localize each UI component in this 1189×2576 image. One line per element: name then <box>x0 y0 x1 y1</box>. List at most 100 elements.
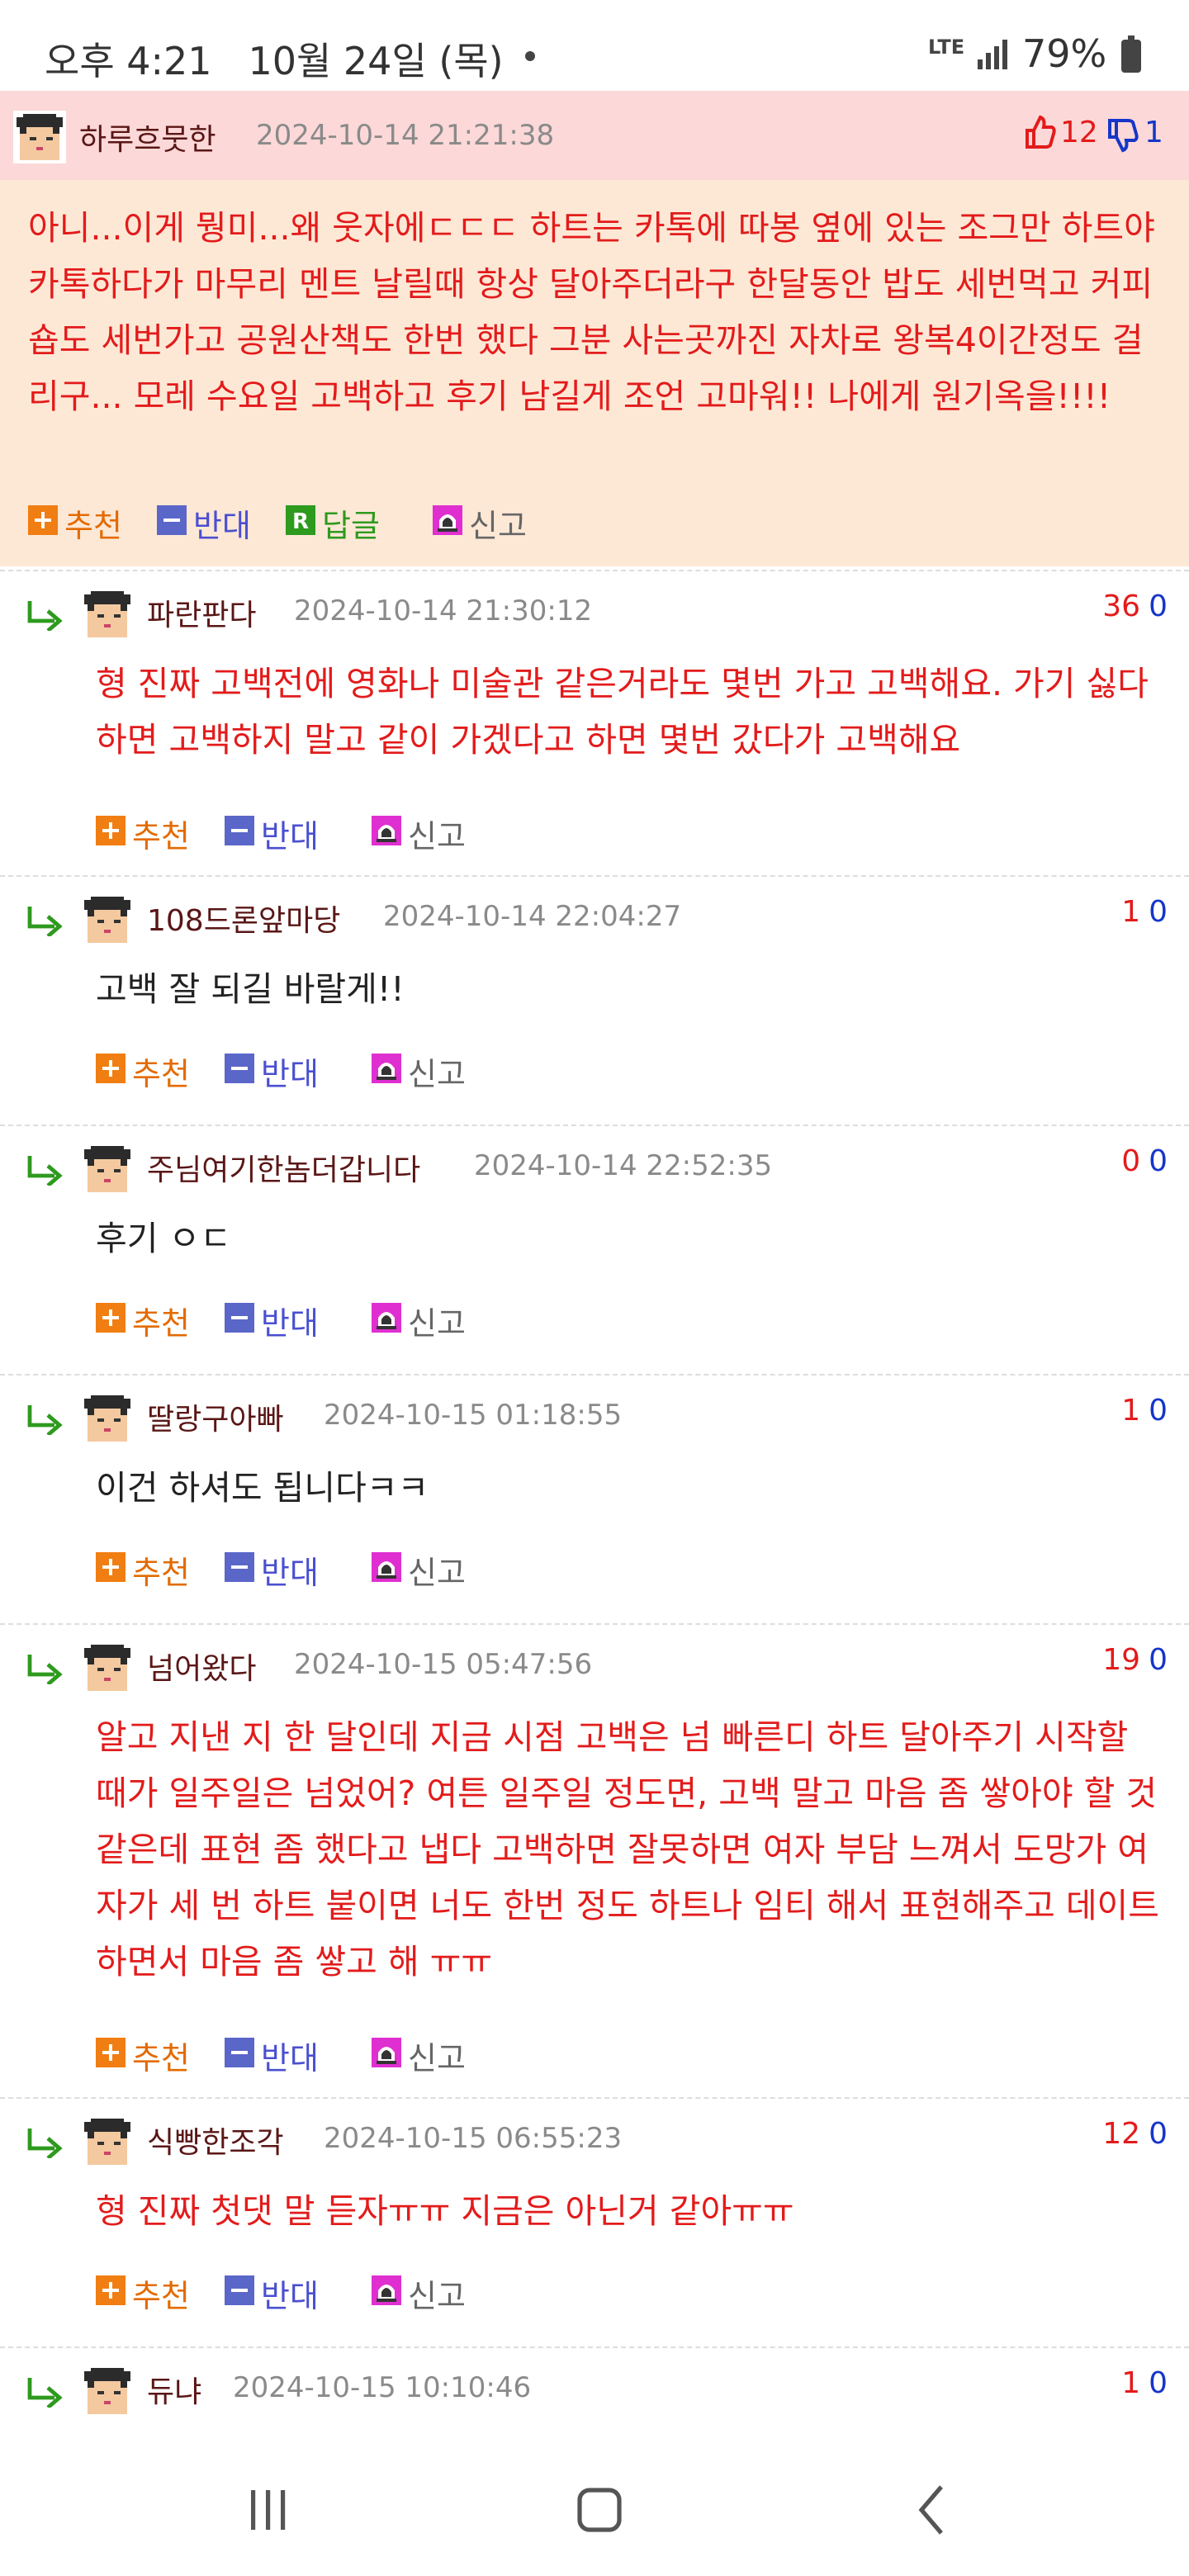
comment-down-count: 0 <box>1149 1144 1168 1178</box>
comment-nickname[interactable]: 주님여기한놈더갑니다 <box>147 1146 420 1189</box>
avatar[interactable] <box>81 2115 134 2168</box>
comment: 108드론앞마당 2024-10-14 22:04:27 1 0 고백 잘 되길 바랄게… <box>0 875 1189 1123</box>
siren-icon <box>372 1054 401 1083</box>
notification-dot <box>525 51 535 61</box>
avatar[interactable] <box>81 2365 134 2417</box>
comment-down-count: 0 <box>1149 895 1168 929</box>
comment-up-count: 19 <box>1102 1643 1141 1677</box>
comment: 듀냐 2024-10-15 10:10:46 1 0 <box>0 2346 1189 2446</box>
comment-up-count: 0 <box>1121 1144 1141 1178</box>
comment-nickname[interactable]: 듀냐 <box>147 2368 201 2411</box>
post-header: 하루흐뭇한 2024-10-14 21:21:38 12 1 <box>0 91 1189 180</box>
comment-up-count: 1 <box>1121 1394 1141 1428</box>
status-time: 오후 4:21 10월 24일 (목) <box>45 39 504 83</box>
plus-icon <box>96 816 126 845</box>
lte-icon: LTE <box>928 36 965 59</box>
battery-icon <box>1121 36 1141 73</box>
comment-datetime: 2024-10-14 21:30:12 <box>294 594 593 627</box>
plus-icon <box>28 505 58 535</box>
thumbs-up-icon <box>1026 115 1056 149</box>
plus-icon <box>96 1054 126 1083</box>
back-button[interactable] <box>902 2477 968 2543</box>
comment-actions: 추천 반대 신고 <box>96 1047 591 1092</box>
comment-votes: 36 0 <box>1102 590 1168 623</box>
siren-icon <box>372 816 401 845</box>
comment: 주님여기한놈더갑니다 2024-10-14 22:52:35 0 0 후기 ㅇㄷ 추천 반대… <box>0 1125 1189 1372</box>
comment-down-count: 0 <box>1149 1394 1168 1428</box>
oppose-label: 반대 <box>261 818 319 855</box>
minus-icon <box>225 816 254 845</box>
thumbs-down-icon <box>1108 119 1139 153</box>
recommend-label: 추천 <box>132 1555 190 1591</box>
reply-arrow-icon <box>25 1153 64 1186</box>
post-body: 아니...이게 뭥미...왜 웃자에ㄷㄷㄷ 하트는 카톡에 따봉 옆에 있는 조… <box>28 208 1155 416</box>
post-down-count: 1 <box>1144 116 1163 149</box>
comment-nickname[interactable]: 파란판다 <box>147 591 256 634</box>
avatar[interactable] <box>81 893 134 946</box>
report-label: 신고 <box>408 2278 466 2314</box>
comment-up-count: 12 <box>1102 2117 1141 2151</box>
comment-divider <box>0 1374 1189 1376</box>
home-button[interactable] <box>566 2477 632 2543</box>
recommend-label: 추천 <box>132 1305 190 1342</box>
comment: 딸랑구아빠 2024-10-15 01:18:55 1 0 이건 하셔도 됩니다ㅋㅋ 추천… <box>0 1374 1189 1622</box>
report-label: 신고 <box>408 1555 466 1591</box>
signal-icon <box>978 40 1007 69</box>
recent-apps-button[interactable] <box>234 2477 301 2543</box>
comment-up-count: 1 <box>1121 2366 1141 2400</box>
comment-divider <box>0 1125 1189 1126</box>
comment-nickname[interactable]: 식빵한조각 <box>147 2119 284 2162</box>
oppose-label: 반대 <box>261 1056 319 1092</box>
comment-actions: 추천 반대 신고 <box>96 1296 591 1342</box>
minus-icon <box>225 1552 254 1582</box>
comment-actions: 추천 반대 신고 <box>96 809 591 855</box>
avatar[interactable] <box>81 1143 134 1196</box>
avatar[interactable] <box>13 111 66 163</box>
comment-body: 형 진짜 첫댓 말 듣자ㅠㅠ 지금은 아닌거 같아ㅠㅠ <box>96 2191 794 2231</box>
reply-arrow-icon <box>25 2125 64 2158</box>
siren-icon <box>372 1303 401 1333</box>
android-nav-bar <box>0 2444 1189 2576</box>
comment-divider <box>0 570 1189 571</box>
comment-down-count: 0 <box>1149 2117 1168 2151</box>
avatar[interactable] <box>81 1392 134 1445</box>
comment-actions: 추천 반대 신고 <box>96 2269 591 2314</box>
comment-divider <box>0 875 1189 877</box>
report-label: 신고 <box>408 1056 466 1092</box>
minus-icon <box>225 2275 254 2305</box>
comment-votes: 00 <box>1121 1144 1168 1178</box>
recommend-label: 추천 <box>132 2040 190 2076</box>
report-label: 신고 <box>408 818 466 855</box>
comment-datetime: 2024-10-15 06:55:23 <box>324 2122 623 2155</box>
oppose-label: 반대 <box>261 2278 319 2314</box>
avatar[interactable] <box>81 588 134 641</box>
plus-icon <box>96 2038 126 2067</box>
reply-arrow-icon <box>25 903 64 936</box>
comment-datetime: 2024-10-15 10:10:46 <box>233 2371 532 2404</box>
post-nickname[interactable]: 하루흐뭇한 <box>79 116 216 159</box>
recommend-label: 추천 <box>132 818 190 855</box>
comment-divider <box>0 1623 1189 1625</box>
comment-datetime: 2024-10-14 22:04:27 <box>383 900 682 933</box>
plus-icon <box>96 1303 126 1333</box>
report-label: 신고 <box>469 508 527 544</box>
minus-icon <box>157 505 187 535</box>
reply-arrow-icon <box>25 598 64 631</box>
comment-nickname[interactable]: 넘어왔다 <box>147 1645 256 1688</box>
comment-actions: 추천 반대 신고 <box>96 1546 591 1591</box>
comment-down-count: 0 <box>1149 590 1168 623</box>
reply-label: 답글 <box>322 508 380 544</box>
siren-icon <box>433 505 462 535</box>
comment-body: 고백 잘 되길 바랄게!! <box>96 969 405 1009</box>
post-actions: 추천 반대 답글 신고 <box>28 499 606 544</box>
siren-icon <box>372 2275 401 2305</box>
comment-nickname[interactable]: 108드론앞마당 <box>147 897 340 940</box>
battery-percent: 79% <box>1022 31 1107 76</box>
comment-body: 이건 하셔도 됩니다ㅋㅋ <box>96 1468 429 1508</box>
siren-icon <box>372 2038 401 2067</box>
avatar[interactable] <box>81 1641 134 1694</box>
oppose-label: 반대 <box>261 2040 319 2076</box>
comment-body: 알고 지낸 지 한 달인데 지금 시점 고백은 넘 빠른디 하트 달아주기 시작… <box>96 1717 1159 1982</box>
comment-nickname[interactable]: 딸랑구아빠 <box>147 1395 284 1438</box>
reply-icon <box>286 505 315 535</box>
